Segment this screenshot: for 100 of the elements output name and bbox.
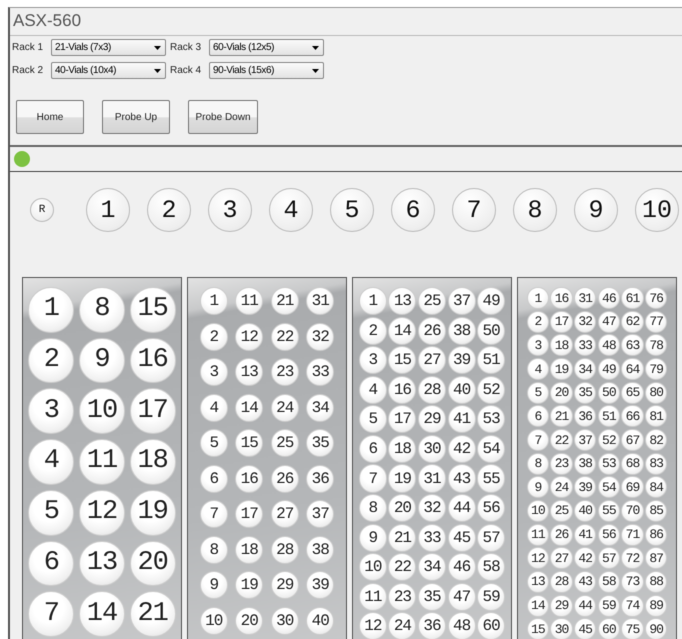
vial-button[interactable]: 32 — [574, 310, 596, 333]
vial-button[interactable]: 4 — [526, 358, 549, 380]
vial-button[interactable]: 89 — [645, 594, 668, 617]
vial-button[interactable]: 10 — [358, 553, 387, 582]
vial-button[interactable]: 32 — [418, 494, 446, 522]
vial-button[interactable]: 60 — [598, 618, 620, 639]
vial-button[interactable]: 20 — [550, 382, 573, 404]
vial-button[interactable]: 24 — [388, 612, 416, 639]
vial-button[interactable]: 1 — [28, 287, 74, 333]
vial-button[interactable]: 31 — [418, 464, 446, 493]
vial-button[interactable]: 17 — [235, 500, 264, 528]
vial-button[interactable]: 36 — [306, 464, 334, 492]
vial-button[interactable]: 20 — [130, 540, 176, 586]
vial-button[interactable]: 41 — [574, 524, 596, 546]
probe-position-button[interactable]: 3 — [208, 188, 252, 232]
vial-button[interactable]: 1 — [200, 287, 228, 315]
vial-button[interactable]: 32 — [306, 322, 334, 350]
vial-button[interactable]: 5 — [358, 405, 387, 434]
vial-button[interactable]: 44 — [574, 594, 596, 617]
vial-button[interactable]: 50 — [598, 382, 620, 404]
vial-button[interactable]: 38 — [574, 452, 596, 475]
vial-button[interactable]: 18 — [130, 439, 176, 485]
vial-button[interactable]: 17 — [388, 405, 416, 434]
vial-button[interactable]: 19 — [235, 571, 264, 599]
vial-button[interactable]: 83 — [645, 452, 668, 475]
vial-button[interactable]: 10 — [79, 388, 125, 434]
vial-button[interactable]: 11 — [358, 582, 387, 611]
vial-button[interactable]: 37 — [306, 500, 334, 528]
vial-button[interactable]: 26 — [270, 464, 299, 492]
vial-button[interactable]: 60 — [477, 612, 506, 639]
vial-button[interactable]: 34 — [574, 358, 596, 380]
vial-button[interactable]: 15 — [526, 618, 549, 639]
vial-button[interactable]: 28 — [270, 536, 299, 564]
vial-button[interactable]: 25 — [270, 429, 299, 457]
command-button[interactable]: Probe Up — [102, 100, 170, 134]
vial-button[interactable]: 88 — [645, 570, 668, 594]
vial-button[interactable]: 23 — [388, 582, 416, 611]
vial-button[interactable]: 41 — [448, 405, 476, 434]
vial-button[interactable]: 77 — [645, 310, 668, 333]
vial-button[interactable]: 17 — [130, 388, 176, 434]
vial-button[interactable]: 42 — [448, 434, 476, 463]
vial-button[interactable]: 15 — [235, 429, 264, 457]
vial-button[interactable]: 80 — [645, 382, 668, 404]
vial-button[interactable]: 44 — [448, 494, 476, 522]
vial-button[interactable]: 40 — [306, 606, 334, 634]
vial-button[interactable]: 7 — [28, 591, 74, 637]
command-button[interactable]: Probe Down — [188, 100, 258, 134]
vial-button[interactable]: 17 — [550, 310, 573, 333]
vial-button[interactable]: 22 — [388, 553, 416, 582]
vial-button[interactable]: 8 — [200, 536, 228, 564]
vial-button[interactable]: 7 — [526, 428, 549, 452]
vial-button[interactable]: 18 — [235, 536, 264, 564]
vial-button[interactable]: 23 — [270, 358, 299, 386]
vial-button[interactable]: 55 — [598, 500, 620, 522]
vial-button[interactable]: 13 — [388, 287, 416, 316]
vial-button[interactable]: 21 — [550, 405, 573, 428]
vial-button[interactable]: 36 — [574, 405, 596, 428]
vial-button[interactable]: 1 — [358, 287, 387, 316]
probe-position-button[interactable]: 1 — [86, 188, 130, 232]
vial-button[interactable]: 47 — [448, 582, 476, 611]
rack-dropdown[interactable]: 21-Vials (7x3) — [51, 39, 166, 56]
vial-button[interactable]: 5 — [200, 429, 228, 457]
vial-button[interactable]: 86 — [645, 524, 668, 546]
vial-button[interactable]: 48 — [598, 334, 620, 356]
vial-button[interactable]: 3 — [358, 346, 387, 374]
vial-button[interactable]: 90 — [645, 618, 668, 639]
vial-button[interactable]: 22 — [270, 322, 299, 350]
vial-button[interactable]: 59 — [598, 594, 620, 617]
vial-button[interactable]: 13 — [526, 570, 549, 594]
vial-button[interactable]: 24 — [270, 394, 299, 422]
vial-button[interactable]: 11 — [526, 524, 549, 546]
vial-button[interactable]: 59 — [477, 582, 506, 611]
vial-button[interactable]: 18 — [550, 334, 573, 356]
vial-button[interactable]: 66 — [621, 405, 644, 428]
vial-button[interactable]: 27 — [550, 547, 573, 570]
vial-button[interactable]: 2 — [28, 338, 74, 384]
vial-button[interactable]: 69 — [621, 476, 644, 498]
vial-button[interactable]: 7 — [358, 464, 387, 493]
vial-button[interactable]: 8 — [526, 452, 549, 475]
vial-button[interactable]: 53 — [477, 405, 506, 434]
vial-button[interactable]: 57 — [477, 524, 506, 552]
vial-button[interactable]: 79 — [645, 358, 668, 380]
vial-button[interactable]: 6 — [526, 405, 549, 428]
vial-button[interactable]: 58 — [598, 570, 620, 594]
vial-button[interactable]: 48 — [448, 612, 476, 639]
vial-button[interactable]: 33 — [418, 524, 446, 552]
vial-button[interactable]: 5 — [28, 490, 74, 536]
vial-button[interactable]: 16 — [550, 287, 573, 310]
vial-button[interactable]: 45 — [448, 524, 476, 552]
vial-button[interactable]: 9 — [200, 571, 228, 599]
vial-button[interactable]: 30 — [418, 434, 446, 463]
vial-button[interactable]: 38 — [306, 536, 334, 564]
vial-button[interactable]: 49 — [598, 358, 620, 380]
vial-button[interactable]: 6 — [200, 464, 228, 492]
vial-button[interactable]: 84 — [645, 476, 668, 498]
rack-dropdown[interactable]: 40-Vials (10x4) — [51, 62, 166, 79]
vial-button[interactable]: 74 — [621, 594, 644, 617]
vial-button[interactable]: 49 — [477, 287, 506, 316]
vial-button[interactable]: 14 — [526, 594, 549, 617]
vial-button[interactable]: 37 — [448, 287, 476, 316]
